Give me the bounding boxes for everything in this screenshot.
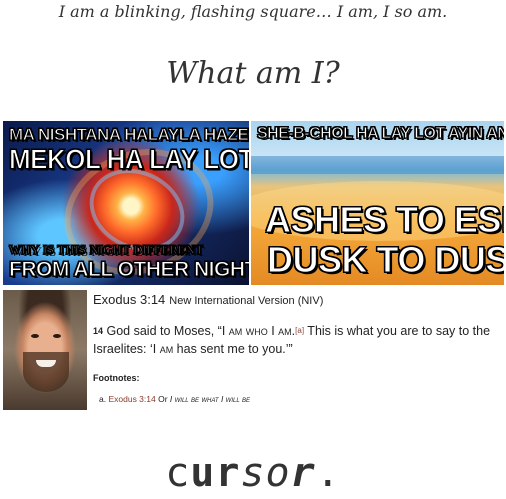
- meme-left-bottom-line-1: WHY IS THIS NIGHT DIFFERENT: [8, 242, 204, 258]
- verse-text: 14 God said to Moses, “I am who I am.[a]…: [93, 322, 501, 358]
- cursor-part-bold-2: r: [290, 450, 316, 496]
- verse-small-caps-1: I am who I am: [221, 324, 292, 338]
- cursor-part-plain: c: [165, 450, 191, 496]
- meme-left-bottom-line-2: FROM ALL OTHER NIGHTS?: [9, 258, 249, 282]
- verse-part-1: God said to Moses, “: [106, 324, 222, 338]
- footnote-or: Or: [155, 394, 170, 404]
- footnote-letter: a.: [99, 394, 107, 404]
- footnote-marker-link[interactable]: [a]: [295, 326, 304, 335]
- footnote-reference-link[interactable]: Exodus 3:14: [108, 394, 155, 404]
- left-eye: [31, 334, 39, 338]
- verse-reference: Exodus 3:14 New International Version (NI…: [93, 292, 323, 307]
- meme-left-top-line-1: MA NISHTANA HALAYLA HAZEH: [9, 125, 250, 145]
- reference-text: Exodus 3:14: [93, 292, 166, 307]
- intro-line: I am a blinking, flashing square… I am, …: [58, 2, 448, 21]
- beard: [23, 352, 69, 392]
- meme-right-top-line: SHE-B-CHOL HA LAY LOT AYIN ANU: [256, 125, 504, 143]
- footnotes-label: Footnotes:: [93, 373, 140, 383]
- footnote-item: a. Exodus 3:14 Or I will be what I will …: [99, 394, 250, 404]
- question-heading: What am I?: [166, 56, 340, 91]
- version-text: New International Version (NIV): [169, 295, 324, 307]
- cursor-word: cursor.: [0, 450, 506, 496]
- meme-left-top-line-2: MEKOL HA LAY LOT: [9, 143, 249, 176]
- cursor-part-italic: so: [240, 450, 291, 496]
- right-eye: [53, 334, 61, 338]
- bible-verse-card: Exodus 3:14 New International Version (NI…: [93, 292, 503, 410]
- footnote-alt-reading: I will be what I will be: [169, 394, 251, 404]
- smiling-man-photo: [3, 290, 87, 410]
- cursor-period: .: [315, 450, 341, 496]
- verse-number: 14: [93, 326, 104, 336]
- meme-right-bottom-line-1: ASHES TO ESH: [264, 199, 504, 241]
- passover-galaxy-meme: MA NISHTANA HALAYLA HAZEH MEKOL HA LAY L…: [3, 121, 249, 285]
- verse-part-4: has sent me to you.’”: [173, 342, 293, 356]
- desert-beach-meme: SHE-B-CHOL HA LAY LOT AYIN ANU ASHES TO …: [251, 121, 504, 285]
- cursor-part-bold: ur: [190, 450, 241, 496]
- water-strip: [251, 156, 504, 174]
- verse-small-caps-2: I am: [152, 342, 174, 356]
- meme-right-bottom-line-2: DUSK TO DUST: [266, 239, 504, 281]
